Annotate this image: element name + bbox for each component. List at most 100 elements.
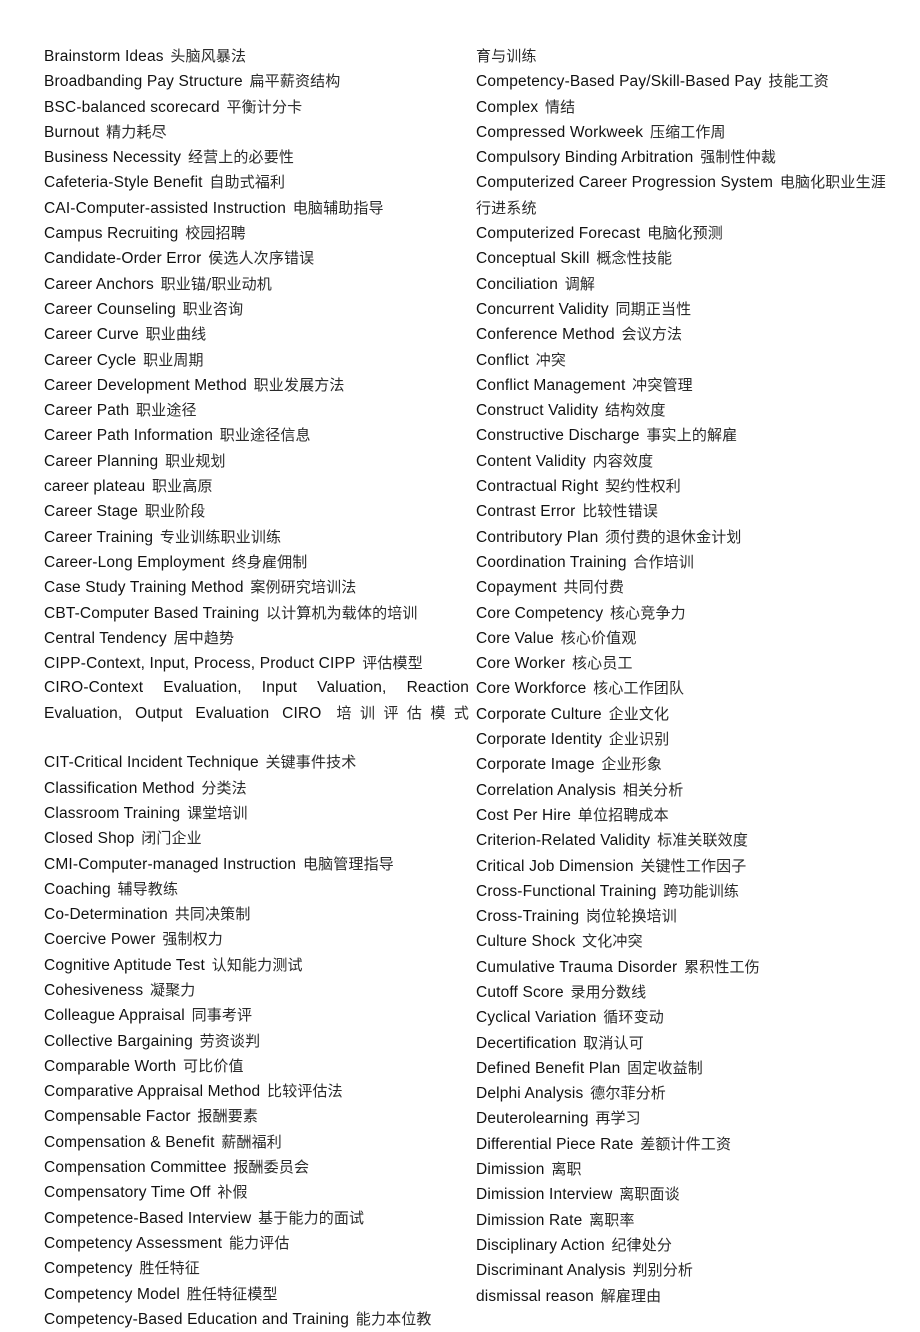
glossary-entry: Career Anchors 职业锚/职业动机 [44, 272, 469, 297]
glossary-entry: Compulsory Binding Arbitration 强制性仲裁 [476, 145, 901, 170]
glossary-entry: CIPP-Context, Input, Process, Product CI… [44, 651, 469, 676]
glossary-gloss: 核心竞争力 [610, 603, 686, 622]
glossary-term: Coaching [44, 880, 111, 898]
glossary-entry: Business Necessity 经营上的必要性 [44, 145, 469, 170]
glossary-entry: Conflict 冲突 [476, 348, 901, 373]
glossary-entry: Critical Job Dimension 关键性工作因子 [476, 854, 901, 879]
glossary-gloss: 调解 [564, 274, 596, 293]
glossary-gloss: 合作培训 [633, 552, 694, 571]
glossary-term: Discriminant Analysis [476, 1262, 626, 1280]
glossary-gloss: 相关分析 [622, 780, 684, 799]
glossary-entry: dismissal reason 解雇理由 [476, 1284, 901, 1309]
glossary-term: Classroom Training [44, 804, 181, 822]
glossary-gloss: 头脑风暴法 [170, 47, 247, 65]
glossary-gloss: 电脑辅助指导 [292, 198, 384, 217]
glossary-term: Competency Model [44, 1285, 181, 1303]
glossary-term: Compressed Workweek [476, 123, 644, 141]
glossary-entry: Core Value 核心价值观 [476, 626, 901, 651]
glossary-gloss: 德尔菲分析 [590, 1084, 666, 1103]
glossary-entry: Career Curve 职业曲线 [44, 322, 469, 347]
glossary-entry: Compensation Committee 报酬委员会 [44, 1155, 469, 1180]
glossary-term: Career Cycle [44, 351, 137, 369]
glossary-entry: CIT-Critical Incident Technique 关键事件技术 [44, 750, 469, 775]
glossary-entry: BSC-balanced scorecard 平衡计分卡 [44, 95, 469, 120]
glossary-entry: Career Development Method 职业发展方法 [44, 373, 469, 398]
glossary-entry: Closed Shop 闭门企业 [44, 826, 469, 851]
glossary-entry: Core Worker 核心员工 [476, 651, 901, 676]
glossary-gloss: 电脑管理指导 [302, 854, 394, 873]
glossary-entry: Disciplinary Action 纪律处分 [476, 1233, 901, 1258]
glossary-term: CIT-Critical Incident Technique [44, 754, 259, 772]
glossary-term: CMI-Computer-managed Instruction [44, 855, 297, 873]
glossary-term: Co-Determination [44, 906, 168, 924]
glossary-entry: Cutoff Score 录用分数线 [476, 980, 901, 1005]
glossary-entry: Campus Recruiting 校园招聘 [44, 221, 469, 246]
glossary-term: Classification Method [44, 779, 195, 797]
glossary-entry: Colleague Appraisal 同事考评 [44, 1003, 469, 1028]
glossary-term: Career Curve [44, 326, 139, 344]
glossary-gloss: 冲突 [535, 350, 566, 369]
glossary-entry: Differential Piece Rate 差额计件工资 [476, 1132, 901, 1157]
glossary-gloss: 培训评估模式 [328, 703, 469, 722]
glossary-gloss: 强制性仲裁 [700, 148, 776, 167]
glossary-entry: Decertification 取消认可 [476, 1031, 901, 1056]
glossary-gloss: 凝聚力 [149, 980, 196, 999]
glossary-entry: Candidate-Order Error 侯选人次序错误 [44, 246, 469, 271]
glossary-term: Conflict Management [476, 376, 626, 394]
glossary-gloss: 企业识别 [608, 730, 670, 749]
glossary-gloss: 契约性权利 [605, 477, 681, 496]
glossary-term: CBT-Computer Based Training [44, 604, 260, 622]
glossary-gloss: 精力耗尽 [106, 122, 167, 141]
glossary-gloss: 可比价值 [183, 1056, 244, 1075]
glossary-entry: Cafeteria-Style Benefit 自助式福利 [44, 170, 469, 195]
glossary-gloss: 事实上的解雇 [646, 426, 738, 445]
glossary-term: Career Planning [44, 452, 159, 470]
glossary-gloss: 标准关联效度 [657, 831, 748, 850]
glossary-gloss: 经营上的必要性 [187, 148, 295, 167]
glossary-term: Broadbanding Pay Structure [44, 73, 243, 91]
glossary-continuation-line: 育与训练 [476, 44, 901, 69]
glossary-gloss: 概念性技能 [596, 249, 673, 268]
glossary-gloss: 职业阶段 [144, 502, 206, 521]
glossary-term: Constructive Discharge [476, 427, 640, 445]
glossary-entry: Coordination Training 合作培训 [476, 550, 901, 575]
glossary-gloss: 劳资谈判 [199, 1031, 261, 1050]
glossary-entry: Corporate Identity 企业识别 [476, 727, 901, 752]
glossary-entry: Content Validity 内容效度 [476, 449, 901, 474]
glossary-term: Competency-Based Pay/Skill-Based Pay [476, 73, 762, 91]
glossary-entry: Classification Method 分类法 [44, 776, 469, 801]
glossary-term: Career Path Information [44, 427, 213, 445]
glossary-entry: Career Training 专业训练职业训练 [44, 525, 469, 550]
glossary-entry: Coaching 辅导教练 [44, 877, 469, 902]
glossary-entry: Collective Bargaining 劳资谈判 [44, 1029, 469, 1054]
glossary-gloss: 固定收益制 [627, 1058, 703, 1077]
glossary-term: Cyclical Variation [476, 1009, 597, 1027]
glossary-term: Core Worker [476, 655, 566, 673]
glossary-term: Career Training [44, 528, 154, 546]
glossary-term: Conflict [476, 351, 529, 369]
glossary-term: Candidate-Order Error [44, 250, 202, 268]
glossary-term: career plateau [44, 478, 146, 496]
glossary-term: Differential Piece Rate [476, 1135, 634, 1153]
glossary-entry: Corporate Culture 企业文化 [476, 702, 901, 727]
glossary-gloss: 压缩工作周 [649, 122, 726, 141]
glossary-entry: Construct Validity 结构效度 [476, 398, 901, 423]
glossary-entry: Career-Long Employment 终身雇佣制 [44, 550, 469, 575]
glossary-entry: Competency-Based Pay/Skill-Based Pay 技能工资 [476, 69, 901, 94]
glossary-term: Construct Validity [476, 402, 599, 420]
glossary-column-right: 育与训练 Competency-Based Pay/Skill-Based Pay… [476, 44, 901, 1332]
glossary-term: Corporate Image [476, 756, 595, 774]
glossary-entry: Compensatory Time Off 补假 [44, 1180, 469, 1205]
glossary-entry: Deuterolearning 再学习 [476, 1106, 901, 1131]
glossary-gloss: 同事考评 [191, 1006, 253, 1025]
glossary-entry: Dimission 离职 [476, 1157, 901, 1182]
glossary-entry: career plateau 职业高原 [44, 474, 469, 499]
glossary-gloss: 企业形象 [601, 755, 663, 774]
glossary-entry: Career Cycle 职业周期 [44, 348, 469, 373]
glossary-entry: Conflict Management 冲突管理 [476, 373, 901, 398]
glossary-entry: Contrast Error 比较性错误 [476, 499, 901, 524]
glossary-term: Comparative Appraisal Method [44, 1083, 261, 1101]
glossary-term: Decertification [476, 1034, 577, 1052]
glossary-entry: Cognitive Aptitude Test 认知能力测试 [44, 953, 469, 978]
glossary-gloss: 会议方法 [621, 325, 683, 344]
